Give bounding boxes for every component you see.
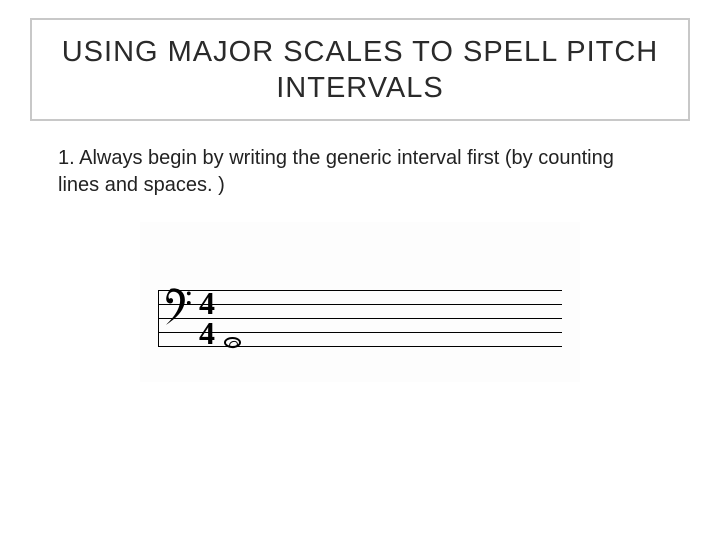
staff-line-4: [158, 304, 562, 305]
staff-line-1: [158, 346, 562, 347]
slide-title: USING MAJOR SCALES TO SPELL PITCH INTERV…: [52, 34, 668, 107]
staff-line-3: [158, 318, 562, 319]
music-staff-figure: 4 4: [140, 222, 580, 382]
time-signature: 4 4: [198, 288, 216, 348]
staff-line-5: [158, 290, 562, 291]
time-sig-denominator: 4: [198, 318, 216, 348]
staff: 4 4: [158, 290, 562, 346]
whole-note: [224, 337, 241, 348]
title-container: USING MAJOR SCALES TO SPELL PITCH INTERV…: [30, 18, 690, 121]
instruction-text: 1. Always begin by writing the generic i…: [58, 145, 638, 199]
bass-clef-icon: [161, 284, 193, 328]
staff-line-2: [158, 332, 562, 333]
time-sig-numerator: 4: [198, 288, 216, 318]
